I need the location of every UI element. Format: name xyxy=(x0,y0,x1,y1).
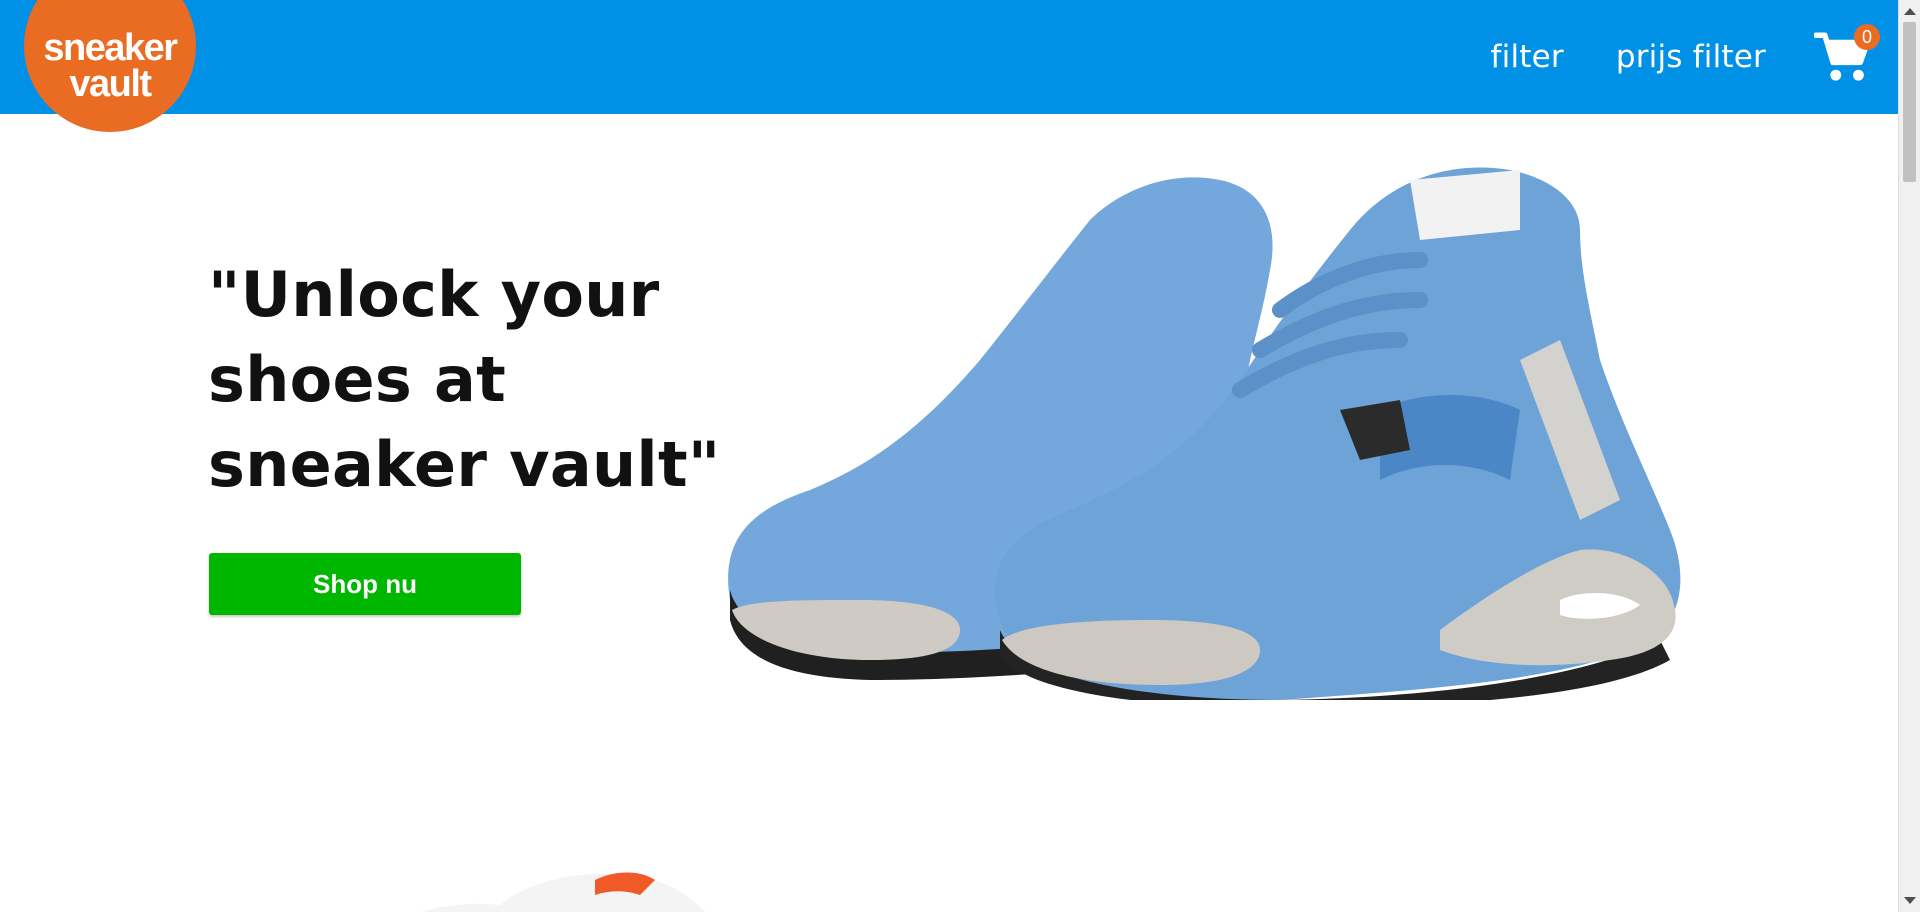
price-filter-link[interactable]: prijs filter xyxy=(1616,39,1766,75)
cart-count-badge: 0 xyxy=(1854,24,1880,50)
hero-text-block: "Unlock your shoes at sneaker vault" xyxy=(208,252,728,507)
site-header: filter prijs filter 0 xyxy=(0,0,1898,114)
white-orange-sneaker-image xyxy=(420,872,706,912)
filter-link[interactable]: filter xyxy=(1491,39,1564,75)
scroll-down-arrow-icon[interactable] xyxy=(1904,897,1916,904)
cart-button[interactable]: 0 xyxy=(1814,24,1880,86)
logo-line-1: sneaker xyxy=(43,26,178,69)
next-section-sneaker-image xyxy=(380,860,720,912)
blue-sneakers-image xyxy=(728,167,1681,700)
vertical-scrollbar[interactable] xyxy=(1898,0,1920,912)
hero-title: "Unlock your shoes at sneaker vault" xyxy=(208,258,721,501)
main-nav: filter prijs filter 0 xyxy=(1491,0,1898,114)
page: filter prijs filter 0 sneaker vault "Unl… xyxy=(0,0,1920,912)
scrollbar-thumb[interactable] xyxy=(1903,22,1916,182)
shop-now-button[interactable]: Shop nu xyxy=(209,553,521,615)
logo-line-2: vault xyxy=(69,63,152,105)
hero-sneakers-image xyxy=(720,160,1700,700)
scroll-up-arrow-icon[interactable] xyxy=(1904,8,1916,15)
